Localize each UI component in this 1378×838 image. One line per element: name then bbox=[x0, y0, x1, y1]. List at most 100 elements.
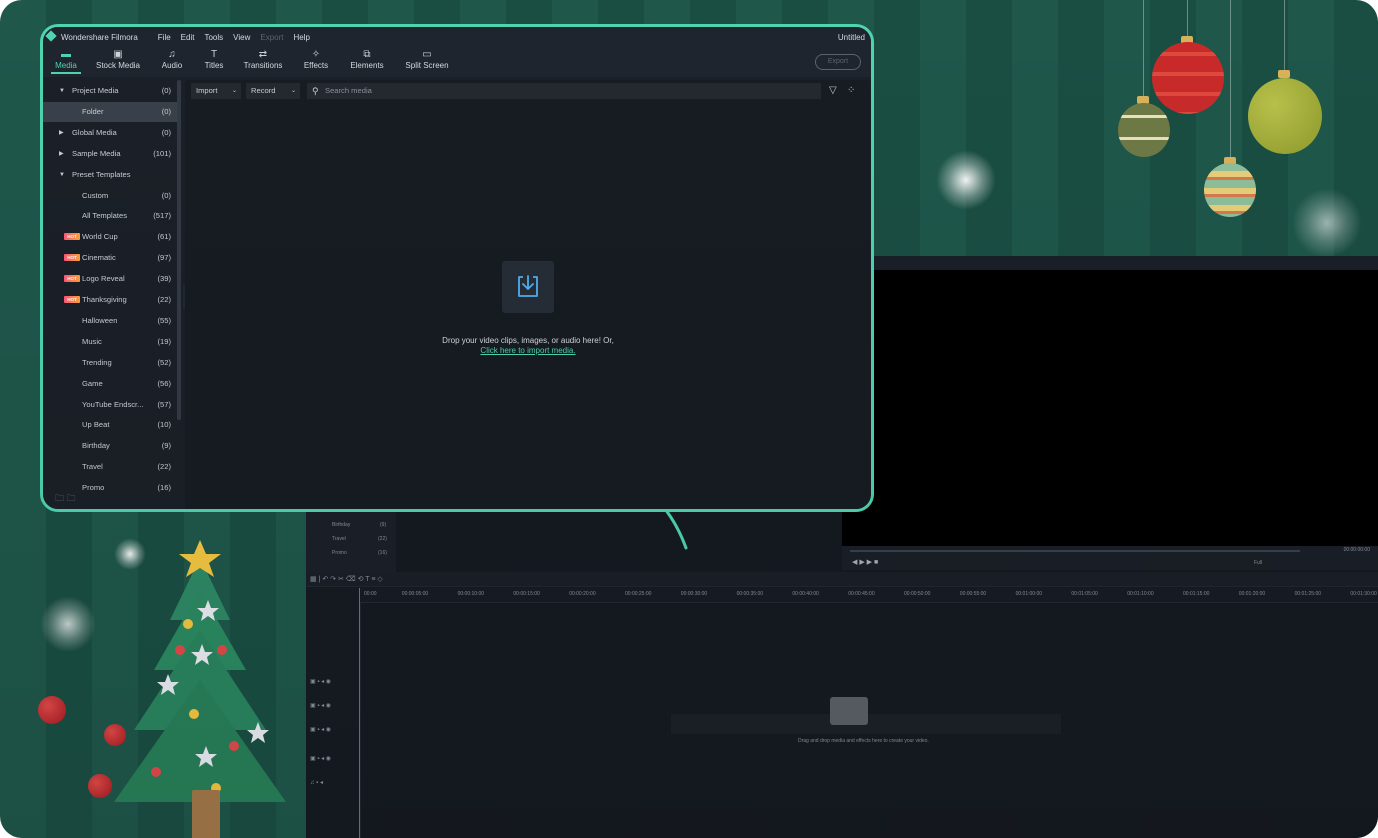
sidebar-item[interactable]: Trending (52) bbox=[43, 353, 177, 373]
striped-ornament bbox=[1204, 163, 1256, 217]
ruler-tick-label: 00:01:00:00 bbox=[1015, 591, 1043, 597]
expand-down-icon[interactable]: ▼ bbox=[59, 165, 65, 185]
sidebar-item[interactable]: Game (56) bbox=[43, 374, 177, 394]
music-note-icon: ♫ bbox=[168, 49, 176, 60]
tab-label: Split Screen bbox=[405, 61, 449, 70]
tab-effects[interactable]: ✧ Effects bbox=[301, 49, 331, 70]
tab-label: Audio bbox=[161, 61, 183, 70]
import-dropdown[interactable]: Import ⌄ bbox=[191, 83, 241, 99]
sidebar-item-label: Game bbox=[82, 378, 103, 388]
ornament-string bbox=[1230, 0, 1231, 160]
chevron-down-icon: ⌄ bbox=[290, 88, 296, 94]
tab-transitions[interactable]: ⇄ Transitions bbox=[241, 49, 285, 70]
ruler-tick-label: 00:00:05:00 bbox=[401, 591, 429, 597]
sidebar-item-count: (0) bbox=[161, 106, 171, 116]
track-header[interactable]: ▣ ▪ ◂ ◉ bbox=[310, 702, 331, 709]
sidebar-item[interactable]: Up Beat (10) bbox=[43, 415, 177, 435]
track-headers: ▣ ▪ ◂ ◉ ▣ ▪ ◂ ◉ ▣ ▪ ◂ ◉ ▣ ▪ ◂ ◉ ♫ ▪ ◂ bbox=[306, 588, 361, 838]
expand-down-icon[interactable]: ▼ bbox=[59, 81, 65, 101]
tab-split-screen[interactable]: ▭ Split Screen bbox=[403, 49, 451, 70]
timeline-ruler[interactable]: 00:00 00:00:05:00 00:00:10:00 00:00:15:00 00… bbox=[360, 588, 1378, 603]
ruler-tick-label: 00:00:35:00 bbox=[736, 591, 764, 597]
import-drop-button[interactable] bbox=[502, 261, 554, 313]
elements-icon: ⧉ bbox=[363, 49, 371, 60]
sidebar-item[interactable]: Birthday (9) bbox=[43, 436, 177, 456]
sidebar-item-count: (97) bbox=[157, 253, 171, 263]
sidebar-item-label: Sample Media bbox=[72, 148, 121, 158]
search-icon: ⚲ bbox=[312, 86, 319, 96]
sidebar-item[interactable]: ▶ Global Media (0) bbox=[43, 123, 177, 143]
menu-file[interactable]: File bbox=[158, 33, 171, 42]
sidebar-item[interactable]: YouTube Endscr... (57) bbox=[43, 395, 177, 415]
player-buttons[interactable]: ◀ ▶ ▶ ■ bbox=[852, 558, 878, 566]
audio-track-header[interactable]: ♫ ▪ ◂ bbox=[310, 779, 323, 786]
timeline-tool-icons[interactable]: ▦ | ↶ ↷ ✂ ⌫ ⟲ T ≡ ◇ bbox=[310, 575, 383, 583]
tab-stock-media[interactable]: ▣ Stock Media bbox=[95, 49, 141, 70]
tab-elements[interactable]: ⧉ Elements bbox=[347, 49, 387, 70]
sidebar-item[interactable]: ▶ Sample Media (101) bbox=[43, 144, 177, 164]
sidebar-item-label: Custom bbox=[82, 190, 109, 200]
menu-view[interactable]: View bbox=[233, 33, 250, 42]
sidebar-scrollbar[interactable] bbox=[177, 80, 181, 420]
ruler-tick-label: 00:01:30:00 bbox=[1350, 591, 1377, 597]
tree-icon bbox=[114, 540, 286, 802]
sidebar-item-count: (39) bbox=[157, 274, 171, 284]
grid-view-icon[interactable]: ⁘ bbox=[847, 83, 855, 99]
sidebar-item[interactable]: Music (19) bbox=[43, 332, 177, 352]
record-dropdown[interactable]: Record ⌄ bbox=[246, 83, 300, 99]
sidebar-item-label: Thanksgiving bbox=[82, 295, 127, 304]
sidebar-item[interactable]: HOT World Cup (61) bbox=[43, 227, 177, 247]
media-toolbar: Import ⌄ Record ⌄ ⚲ Search media ▽ ⁘ bbox=[191, 83, 867, 99]
expand-right-icon[interactable]: ▶ bbox=[59, 123, 64, 143]
ruler-tick-label: 00:01:20:00 bbox=[1238, 591, 1266, 597]
sidebar-item[interactable]: Halloween (55) bbox=[43, 311, 177, 331]
tab-label: Transitions bbox=[243, 61, 283, 70]
import-label: Import bbox=[196, 86, 218, 95]
track-header[interactable]: ▣ ▪ ◂ ◉ bbox=[310, 726, 331, 733]
menu-edit[interactable]: Edit bbox=[181, 33, 195, 42]
ruler-tick-label: 00:00:55:00 bbox=[959, 591, 987, 597]
bg-sidebar-label: Birthday bbox=[332, 522, 351, 528]
sidebar-item-label: Logo Reveal bbox=[82, 274, 125, 284]
sidebar-item[interactable]: ▼ Preset Templates bbox=[43, 165, 177, 185]
track-header[interactable]: ▣ ▪ ◂ ◉ bbox=[310, 678, 331, 685]
expand-right-icon[interactable]: ▶ bbox=[59, 144, 64, 164]
menu-tools[interactable]: Tools bbox=[204, 33, 223, 42]
tab-media[interactable]: ▬ Media bbox=[51, 49, 81, 74]
filter-icon[interactable]: ▽ bbox=[829, 83, 837, 99]
new-folder-icon[interactable]: 🗀 🗀 bbox=[55, 491, 76, 507]
ruler-tick-label: 00:00 bbox=[364, 591, 377, 597]
import-media-link[interactable]: Click here to import media. bbox=[185, 346, 871, 355]
media-content-area: Import ⌄ Record ⌄ ⚲ Search media ▽ ⁘ Drop y… bbox=[185, 80, 871, 509]
player-progress-bar[interactable] bbox=[850, 550, 1300, 552]
sidebar-item[interactable]: Custom (0) bbox=[43, 186, 177, 206]
sidebar-item-count: (101) bbox=[153, 148, 171, 158]
record-label: Record bbox=[251, 86, 276, 95]
track-header[interactable]: ▣ ▪ ◂ ◉ bbox=[310, 755, 331, 762]
folder-icon: ▬ bbox=[61, 49, 71, 60]
preview-player[interactable] bbox=[842, 270, 1378, 546]
sidebar-item[interactable]: HOT Cinematic (97) bbox=[43, 248, 177, 268]
berry-icon bbox=[104, 724, 126, 746]
berry-icon bbox=[38, 696, 66, 724]
search-input[interactable]: ⚲ Search media bbox=[307, 83, 821, 99]
sidebar-item[interactable]: All Templates (517) bbox=[43, 206, 177, 226]
playhead[interactable] bbox=[359, 588, 360, 838]
text-icon: T bbox=[210, 49, 218, 60]
menu-export[interactable]: Export bbox=[260, 33, 283, 42]
search-placeholder: Search media bbox=[325, 86, 372, 95]
sidebar-item-label: Cinematic bbox=[82, 253, 116, 263]
sidebar-item-count: (61) bbox=[157, 232, 171, 242]
sidebar-item[interactable]: HOT Logo Reveal (39) bbox=[43, 269, 177, 289]
background-media-panel: Birthday (9) Travel (22) Promo (16) bbox=[306, 506, 396, 572]
export-button[interactable]: Export bbox=[815, 54, 861, 70]
tab-audio[interactable]: ♫ Audio bbox=[159, 49, 185, 70]
sidebar-item[interactable]: HOT Thanksgiving (22) bbox=[43, 290, 177, 310]
menu-help[interactable]: Help bbox=[293, 33, 309, 42]
quality-select[interactable]: Full bbox=[1254, 560, 1262, 566]
sidebar-item[interactable]: Folder (0) bbox=[43, 101, 177, 122]
bg-sidebar-count: (9) bbox=[380, 522, 387, 528]
tab-titles[interactable]: T Titles bbox=[201, 49, 227, 70]
sidebar-item[interactable]: ▼ Project Media (0) bbox=[43, 81, 177, 101]
sidebar-item[interactable]: Travel (22) bbox=[43, 457, 177, 477]
